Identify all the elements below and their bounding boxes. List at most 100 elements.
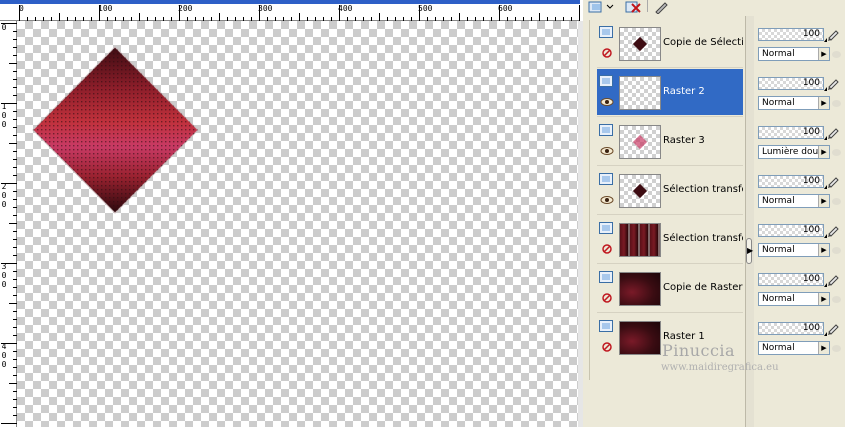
blend-mode-value: Normal: [762, 49, 795, 59]
layer-thumbnail: [619, 321, 661, 355]
hruler-label-600: 600: [498, 4, 513, 13]
opacity-slider[interactable]: 100: [758, 273, 824, 286]
layer-raster-icon: [599, 271, 613, 283]
layer-thumbnail: [619, 223, 661, 257]
blend-mode-value: Normal: [762, 294, 795, 304]
pen-icon[interactable]: [826, 272, 840, 286]
opacity-slider[interactable]: 100: [758, 224, 824, 237]
layers-toolbar: [583, 0, 845, 16]
vertical-ruler: 0 1 0 0 2 0 0 3 0 0 4 0 0: [0, 21, 17, 427]
opacity-slider[interactable]: 100: [758, 77, 824, 90]
hidden-eye-icon[interactable]: [600, 342, 614, 352]
layer-name: Raster 2: [663, 86, 705, 97]
edit-mask-icon[interactable]: [653, 0, 671, 14]
hidden-eye-icon[interactable]: [600, 244, 614, 254]
hidden-eye-icon[interactable]: [600, 293, 614, 303]
layer-name: Copie de Raster 1: [663, 282, 743, 293]
chevron-down-icon[interactable]: ▶: [818, 146, 829, 158]
pen-icon[interactable]: [826, 321, 840, 335]
layer-row[interactable]: Sélection transformée: [597, 167, 743, 213]
layer-link-toggle[interactable]: [832, 198, 841, 205]
thumbnail-diamond: [632, 183, 648, 199]
vruler-label-400-d3: 0: [1, 360, 7, 369]
opacity-value: 100: [802, 323, 820, 333]
blend-mode-select[interactable]: Normal ▶: [758, 341, 830, 355]
chevron-down-icon[interactable]: ▶: [818, 195, 829, 207]
layer-raster-icon: [599, 75, 613, 87]
layer-link-toggle[interactable]: [832, 51, 841, 58]
layer-raster-icon: [599, 222, 613, 234]
opacity-slider[interactable]: 100: [758, 322, 824, 335]
layer-link-toggle[interactable]: [832, 345, 841, 352]
chevron-down-icon[interactable]: ▶: [818, 342, 829, 354]
pen-icon[interactable]: [826, 174, 840, 188]
hidden-eye-icon[interactable]: [600, 48, 614, 58]
vruler-label-300-d3: 0: [1, 280, 7, 289]
hruler-label-0: 0: [19, 4, 24, 13]
eye-icon[interactable]: [600, 195, 614, 205]
layer-properties: 100 Normal ▶: [756, 70, 845, 116]
pen-icon[interactable]: [826, 223, 840, 237]
opacity-slider[interactable]: 100: [758, 126, 824, 139]
layer-row-divider: [597, 263, 743, 264]
watermark-name: Pinuccia: [662, 341, 736, 360]
vruler-label-400-d1: 4: [1, 342, 7, 351]
palette-collapse-grip[interactable]: ▶: [746, 238, 753, 264]
opacity-value: 100: [802, 176, 820, 186]
layer-name: Raster 3: [663, 135, 705, 146]
layer-link-toggle[interactable]: [832, 149, 841, 156]
chevron-down-icon[interactable]: ▶: [818, 244, 829, 256]
layer-properties: 100 Lumière douce ▶: [756, 119, 845, 165]
pen-icon[interactable]: [826, 76, 840, 90]
layer-row[interactable]: Copie de Sélection: [597, 20, 743, 66]
layer-link-toggle[interactable]: [832, 100, 841, 107]
opacity-value: 100: [802, 225, 820, 235]
layer-raster-icon: [599, 124, 613, 136]
blend-mode-value: Normal: [762, 343, 795, 353]
vruler-label-200-d2: 0: [1, 191, 7, 200]
layer-row[interactable]: Sélection transformée: [597, 216, 743, 262]
layer-properties: 100 Normal ▶: [756, 315, 845, 361]
opacity-value: 100: [802, 29, 820, 39]
layer-properties: 100 Normal ▶: [756, 266, 845, 312]
blend-mode-value: Normal: [762, 245, 795, 255]
vruler-label-300-d1: 3: [1, 262, 7, 271]
layer-thumbnail: [619, 76, 661, 110]
layer-properties: 100 Normal ▶: [756, 217, 845, 263]
layer-raster-icon: [599, 26, 613, 38]
layer-row[interactable]: Raster 3: [597, 118, 743, 164]
eye-icon[interactable]: [600, 97, 614, 107]
layer-thumbnail: [619, 272, 661, 306]
blend-mode-select[interactable]: Normal ▶: [758, 47, 830, 61]
new-layer-icon[interactable]: [587, 0, 619, 14]
blend-mode-select[interactable]: Normal ▶: [758, 96, 830, 110]
opacity-slider[interactable]: 100: [758, 28, 824, 41]
blend-mode-select[interactable]: Normal ▶: [758, 292, 830, 306]
hruler-label-300: 300: [258, 4, 273, 13]
chevron-down-icon[interactable]: ▶: [818, 48, 829, 60]
image-canvas[interactable]: [17, 21, 578, 427]
diamond-shape: [32, 46, 199, 214]
horizontal-ruler-ticks: [19, 5, 580, 21]
vruler-label-100-d1: 1: [1, 102, 7, 111]
layer-row[interactable]: Raster 2: [597, 69, 743, 115]
vruler-label-100-d2: 0: [1, 111, 7, 120]
delete-layer-icon[interactable]: [625, 0, 643, 14]
hruler-label-200: 200: [178, 4, 193, 13]
layer-row[interactable]: Copie de Raster 1: [597, 265, 743, 311]
pen-icon[interactable]: [826, 125, 840, 139]
blend-mode-select[interactable]: Lumière douce ▶: [758, 145, 830, 159]
eye-icon[interactable]: [600, 146, 614, 156]
pen-icon[interactable]: [826, 27, 840, 41]
chevron-down-icon[interactable]: ▶: [818, 293, 829, 305]
blend-mode-select[interactable]: Normal ▶: [758, 243, 830, 257]
chevron-down-icon[interactable]: ▶: [818, 97, 829, 109]
vruler-label-100-d3: 0: [1, 120, 7, 129]
opacity-slider[interactable]: 100: [758, 175, 824, 188]
layer-link-toggle[interactable]: [832, 247, 841, 254]
watermark-url: www.maidiregrafica.eu: [661, 362, 779, 373]
blend-mode-select[interactable]: Normal ▶: [758, 194, 830, 208]
layer-row-divider: [597, 312, 743, 313]
vruler-label-200-d1: 2: [1, 182, 7, 191]
layer-link-toggle[interactable]: [832, 296, 841, 303]
